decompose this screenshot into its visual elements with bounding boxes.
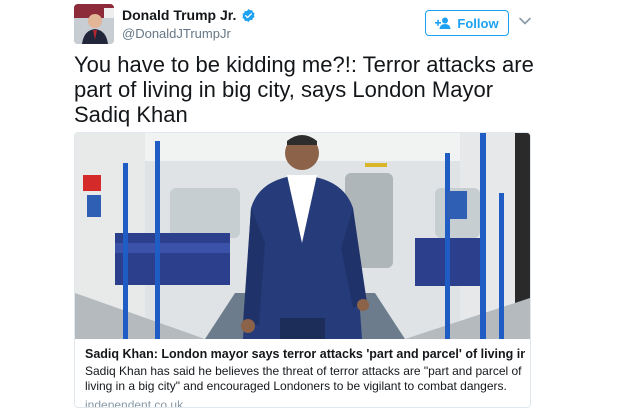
avatar-image xyxy=(74,4,114,44)
avatar[interactable] xyxy=(74,4,114,44)
author-name[interactable]: Donald Trump Jr. xyxy=(122,7,236,23)
author-name-row: Donald Trump Jr. xyxy=(122,7,256,23)
card-title[interactable]: Sadiq Khan: London mayor says terror att… xyxy=(85,347,525,361)
chevron-down-icon[interactable] xyxy=(518,14,532,28)
author-handle[interactable]: @DonaldJTrumpJr xyxy=(122,26,231,41)
link-card[interactable]: Sadiq Khan: London mayor says terror att… xyxy=(74,132,531,408)
verified-badge-icon xyxy=(242,8,255,22)
card-description: Sadiq Khan has said he believes the thre… xyxy=(85,364,522,393)
follow-button[interactable]: Follow xyxy=(425,10,509,36)
add-user-icon xyxy=(435,17,451,29)
tweet-text: You have to be kidding me?!: Terror atta… xyxy=(74,52,534,127)
card-image[interactable] xyxy=(75,133,530,339)
card-body: Sadiq Khan: London mayor says terror att… xyxy=(85,347,525,408)
card-domain: independent.co.uk xyxy=(85,398,184,408)
follow-label: Follow xyxy=(457,15,499,31)
